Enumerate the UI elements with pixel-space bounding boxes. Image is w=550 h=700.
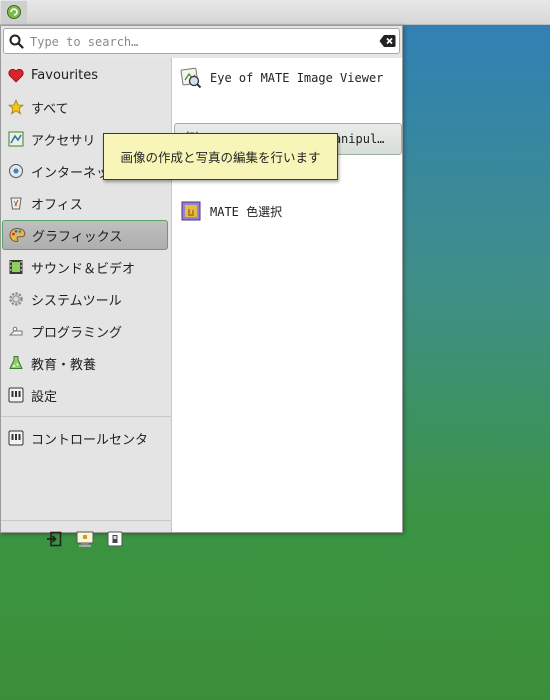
- menu-bottom-bar: [1, 520, 171, 557]
- search-box: [3, 28, 400, 54]
- category-label: システムツール: [31, 293, 122, 309]
- control-center-icon: [7, 429, 25, 447]
- category-label: グラフィックス: [32, 229, 123, 245]
- category-label: 教育・教養: [31, 357, 97, 373]
- category-favourites[interactable]: Favourites: [2, 60, 168, 90]
- application-list: Eye of MATE Image Viewer GIMP (GNU Image…: [171, 58, 402, 532]
- category-label: アクセサリ: [31, 133, 96, 149]
- logout-icon[interactable]: [45, 530, 63, 548]
- category-office[interactable]: オフィス: [2, 188, 168, 218]
- programming-icon: [7, 322, 25, 340]
- category-programming[interactable]: プログラミング: [2, 316, 168, 346]
- film-icon: [7, 258, 25, 276]
- globe-icon: [7, 162, 25, 180]
- category-system-tools[interactable]: システムツール: [2, 284, 168, 314]
- category-graphics[interactable]: グラフィックス: [2, 220, 168, 250]
- heart-icon: [7, 66, 25, 84]
- category-label: サウンド＆ビデオ: [31, 261, 136, 277]
- category-all[interactable]: すべて: [2, 92, 168, 122]
- search-icon: [9, 34, 24, 53]
- shutdown-icon[interactable]: [106, 530, 124, 548]
- top-panel: [0, 0, 550, 25]
- category-label: コントロールセンタ: [31, 432, 149, 448]
- application-menu: Favourites すべて アクセサリ インターネット オフィス: [0, 25, 403, 547]
- category-label: 設定: [31, 389, 58, 405]
- tooltip-text: 画像の作成と写真の編集を行います: [120, 150, 321, 165]
- clear-search-icon[interactable]: [379, 34, 396, 52]
- category-label: プログラミング: [31, 325, 123, 341]
- star-icon: [7, 98, 25, 116]
- category-sidebar: Favourites すべて アクセサリ インターネット オフィス グラフィック…: [1, 58, 171, 532]
- lock-screen-icon[interactable]: [76, 530, 94, 548]
- color-picker-icon: [180, 200, 202, 222]
- category-label: Favourites: [31, 67, 98, 83]
- app-eye-of-mate[interactable]: Eye of MATE Image Viewer: [174, 62, 402, 94]
- palette-icon: [8, 226, 26, 244]
- education-icon: [7, 354, 25, 372]
- category-settings[interactable]: 設定: [2, 380, 168, 410]
- gear-icon: [7, 290, 25, 308]
- category-label: すべて: [31, 101, 69, 117]
- office-icon: [7, 194, 25, 212]
- app-tooltip: 画像の作成と写真の編集を行います: [103, 133, 338, 180]
- category-control-center[interactable]: コントロールセンタ: [2, 423, 168, 453]
- settings-icon: [7, 386, 25, 404]
- divider: [1, 416, 171, 417]
- search-input[interactable]: [28, 32, 372, 52]
- mate-logo-icon: [7, 5, 21, 19]
- accessories-icon: [7, 130, 25, 148]
- menu-button[interactable]: [1, 1, 27, 23]
- category-education[interactable]: 教育・教養: [2, 348, 168, 378]
- app-mate-color-select[interactable]: MATE 色選択: [174, 195, 402, 227]
- category-label: オフィス: [31, 197, 83, 213]
- category-sound-video[interactable]: サウンド＆ビデオ: [2, 252, 168, 282]
- app-label: MATE 色選択: [210, 204, 283, 219]
- app-label: Eye of MATE Image Viewer: [210, 71, 384, 85]
- image-viewer-icon: [180, 67, 202, 89]
